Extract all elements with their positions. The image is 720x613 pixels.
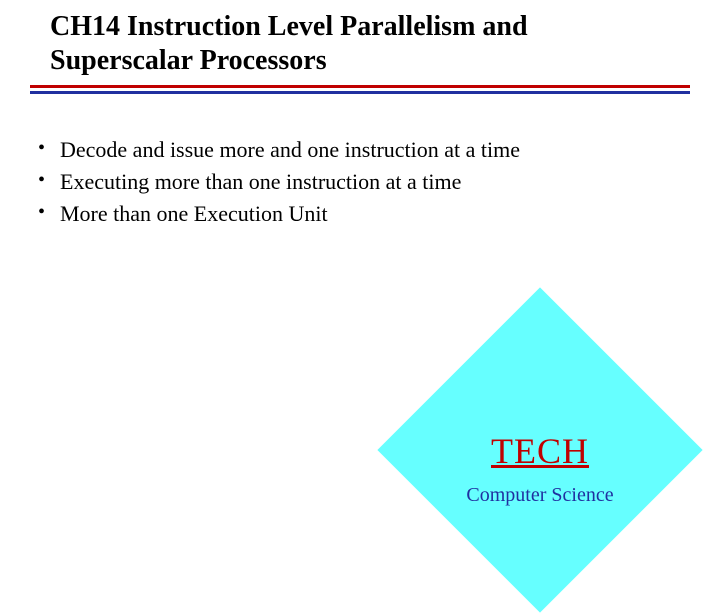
list-item: Executing more than one instruction at a… [38, 166, 690, 198]
list-item: Decode and issue more and one instructio… [38, 134, 690, 166]
badge-container: TECH Computer Science [390, 310, 690, 550]
badge-sub-label: Computer Science [390, 484, 690, 507]
slide: CH14 Instruction Level Parallelism and S… [0, 0, 720, 540]
badge-main-label: TECH [390, 430, 690, 472]
slide-title: CH14 Instruction Level Parallelism and S… [30, 10, 690, 77]
title-rule-red [30, 85, 690, 88]
bullet-list: Decode and issue more and one instructio… [30, 134, 690, 230]
badge-text: TECH Computer Science [390, 430, 690, 507]
title-rule-blue [30, 91, 690, 94]
list-item: More than one Execution Unit [38, 198, 690, 230]
